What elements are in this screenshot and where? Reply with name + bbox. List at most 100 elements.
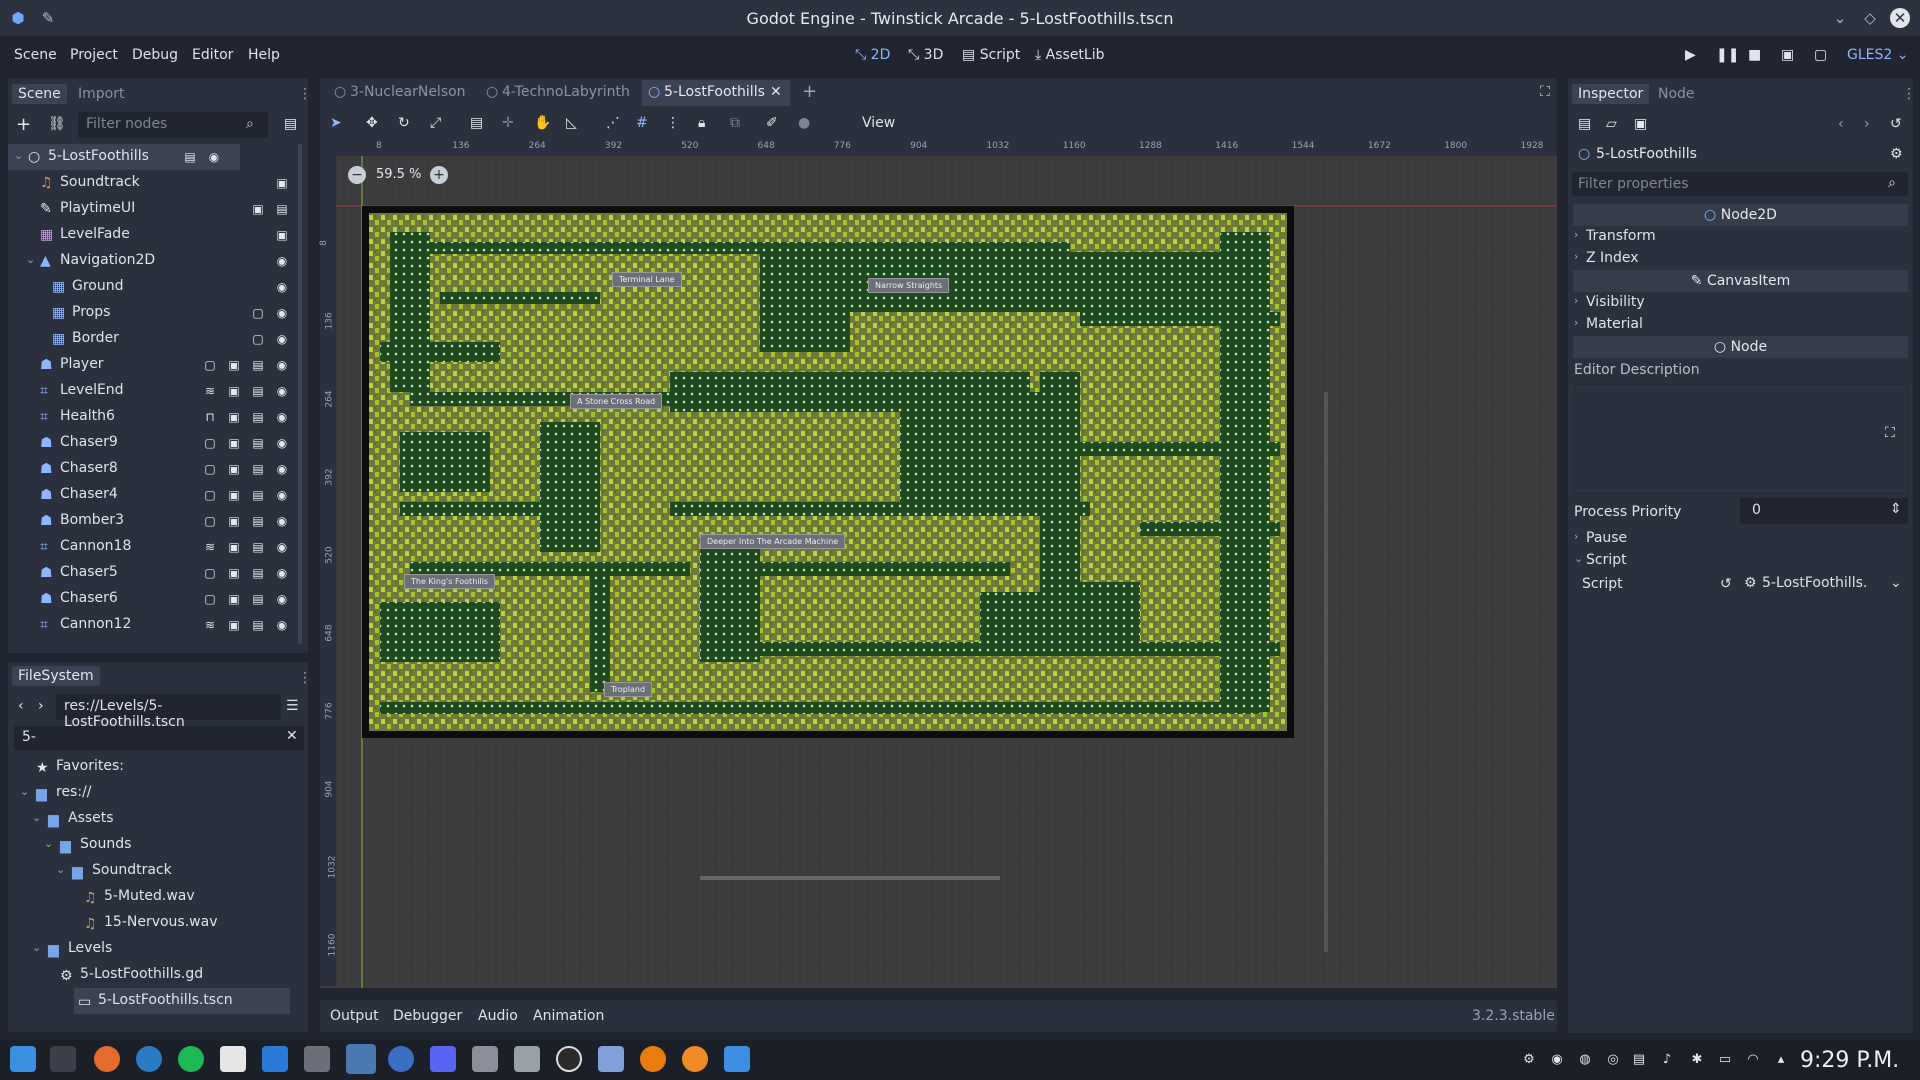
workspace-script-button[interactable]: ▤ Script	[962, 47, 1020, 63]
node-status-icon[interactable]: ▣	[274, 175, 290, 191]
telegram-icon[interactable]	[136, 1046, 162, 1072]
filesystem-item[interactable]: ⌄ ▆ res://	[8, 780, 298, 806]
chevron-down-icon[interactable]: ⌄	[56, 863, 72, 877]
back-icon[interactable]: ‹	[18, 698, 24, 714]
play-icon[interactable]: ▶	[1685, 47, 1696, 63]
scene-tree-item[interactable]: ⌗ LevelEnd ≋ ▣ ▤ ◉	[8, 378, 308, 404]
scene-tree-item[interactable]: ⌗ Health6 ⊓ ▣ ▤ ◉	[8, 404, 308, 430]
filesystem-search-input[interactable]: 5- ✕	[14, 726, 304, 750]
node-status-icon[interactable]: ▢	[202, 357, 218, 373]
scene-tree-scrollbar[interactable]	[298, 144, 302, 644]
spotify-icon[interactable]	[178, 1046, 204, 1072]
script-resource-picker[interactable]: ⚙ 5-LostFoothills. ⌄	[1742, 570, 1908, 596]
calendar-icon[interactable]	[472, 1046, 498, 1072]
chevron-down-icon[interactable]: ⌄	[20, 785, 36, 799]
menu-scene[interactable]: Scene	[14, 47, 57, 63]
node-status-icon[interactable]: ≋	[202, 383, 218, 399]
notes-icon[interactable]	[220, 1046, 246, 1072]
pause-icon[interactable]: ❚❚	[1716, 47, 1739, 63]
node-status-icon[interactable]: ▣	[226, 461, 242, 477]
clipboard-tray-icon[interactable]: ▤	[1630, 1052, 1648, 1070]
distraction-free-icon[interactable]: ⛶	[1540, 84, 1550, 100]
scene-tab[interactable]: ○ 3-NuclearNelson	[328, 80, 476, 106]
dock-menu-icon[interactable]: ⋮	[1902, 86, 1916, 102]
node-status-icon[interactable]: ▣	[226, 565, 242, 581]
node-status-icon[interactable]: ▣	[226, 591, 242, 607]
snap-options-icon[interactable]: ⋮	[666, 115, 680, 131]
chevron-down-icon[interactable]: ⌄	[44, 837, 60, 851]
node-status-icon[interactable]: ▤	[250, 383, 266, 399]
node-status-icon[interactable]: ▢	[202, 591, 218, 607]
filesystem-path-field[interactable]: res://Levels/5-LostFoothills.tscn	[56, 694, 281, 730]
headset-icon[interactable]	[388, 1046, 414, 1072]
play-custom-scene-icon[interactable]: ▢	[1814, 47, 1827, 63]
discord-tray-icon[interactable]: ◉	[1548, 1052, 1566, 1070]
history-back-icon[interactable]: ‹	[1838, 116, 1844, 132]
files-icon[interactable]	[10, 1046, 36, 1072]
filesystem-item[interactable]: ⚙ 5-LostFoothills.gd	[8, 962, 298, 988]
text-editor-icon[interactable]	[724, 1046, 750, 1072]
scene-tree-item[interactable]: ☗ Chaser6 ▢ ▣ ▤ ◉	[8, 586, 308, 612]
select-mode-icon[interactable]: ➤	[330, 115, 342, 131]
dock-menu-icon[interactable]: ⋮	[298, 670, 312, 686]
forward-icon[interactable]: ›	[38, 698, 44, 714]
open-folder-icon[interactable]: ▱	[1606, 116, 1617, 132]
filter-properties-input[interactable]: Filter properties ⌕	[1572, 172, 1908, 196]
node-status-icon[interactable]: ▢	[202, 435, 218, 451]
view-menu[interactable]: View	[862, 115, 895, 131]
new-resource-icon[interactable]: ▤	[1578, 116, 1591, 132]
visibility-eye-icon[interactable]: ◉	[274, 513, 290, 529]
clock[interactable]: 9:29 P.M.	[1800, 1048, 1899, 1073]
node-status-icon[interactable]: ▤	[250, 565, 266, 581]
node-status-icon[interactable]: ≋	[202, 617, 218, 633]
history-forward-icon[interactable]: ›	[1864, 116, 1870, 132]
history-icon[interactable]: ↺	[1890, 116, 1902, 132]
scene-tree-item[interactable]: ✎ PlaytimeUI ▣ ▤	[8, 196, 308, 222]
tab-filesystem[interactable]: FileSystem	[12, 666, 100, 686]
stop-icon[interactable]: ■	[1748, 47, 1761, 63]
smart-snap-icon[interactable]: ⋰	[606, 115, 620, 131]
script-attach-icon[interactable]: ▤	[284, 116, 297, 132]
scene-tree-item[interactable]: ☗ Chaser5 ▢ ▣ ▤ ◉	[8, 560, 308, 586]
battery-tray-icon[interactable]: ▭	[1716, 1052, 1734, 1070]
ruler-mode-icon[interactable]: ◺	[566, 115, 577, 131]
close-icon[interactable]: ✕	[1890, 8, 1910, 28]
node-status-icon[interactable]: ▣	[226, 617, 242, 633]
steam-tray-icon[interactable]: ◍	[1576, 1052, 1594, 1070]
minimize-icon[interactable]: ⌄	[1830, 8, 1850, 28]
node-status-icon[interactable]: ▤	[250, 591, 266, 607]
tab-output[interactable]: Output	[330, 1008, 379, 1024]
clear-icon[interactable]: ✕	[286, 728, 298, 744]
node-status-icon[interactable]: ▢	[202, 513, 218, 529]
group-material[interactable]: › Material	[1574, 316, 1643, 332]
workspace-3d-button[interactable]: ⤡ 3D	[908, 47, 943, 63]
visibility-eye-icon[interactable]: ◉	[274, 539, 290, 555]
filesystem-tree[interactable]: ★ Favorites: ⌄ ▆ res://⌄ ▆ Assets ⌄ ▆ Sounds ⌄ ▆ Sou…	[8, 754, 308, 1024]
node-status-icon[interactable]: ▣	[226, 383, 242, 399]
dock-menu-icon[interactable]: ⋮	[298, 86, 312, 102]
node-status-icon[interactable]: ▢	[250, 331, 266, 347]
godot-icon[interactable]	[346, 1044, 376, 1074]
visibility-eye-icon[interactable]: ◉	[206, 149, 222, 165]
tab-node[interactable]: Node	[1652, 84, 1701, 104]
scene-tree-item[interactable]: ▦ Ground ◉	[8, 274, 308, 300]
add-node-icon[interactable]: +	[16, 114, 31, 135]
node-status-icon[interactable]: ▣	[274, 227, 290, 243]
tab-scene[interactable]: Scene	[12, 84, 67, 104]
vpn-tray-icon[interactable]: ◎	[1604, 1052, 1622, 1070]
grid-snap-icon[interactable]: #	[636, 115, 648, 131]
tab-audio[interactable]: Audio	[478, 1008, 518, 1024]
scene-tree-item[interactable]: ⌗ Cannon18 ≋ ▣ ▤ ◉	[8, 534, 308, 560]
tab-import[interactable]: Import	[72, 84, 130, 104]
node-status-icon[interactable]: ▤	[250, 539, 266, 555]
visibility-eye-icon[interactable]: ◉	[274, 279, 290, 295]
visibility-eye-icon[interactable]: ◉	[274, 383, 290, 399]
node-status-icon[interactable]: ≋	[202, 539, 218, 555]
filesystem-item[interactable]: ♫ 15-Nervous.wav	[8, 910, 298, 936]
tab-inspector[interactable]: Inspector	[1572, 84, 1650, 104]
list-select-icon[interactable]: ▤	[470, 115, 483, 131]
close-tab-icon[interactable]: ✕	[770, 84, 782, 100]
bone-icon[interactable]: ✐	[766, 115, 778, 131]
viewport-hscrollbar[interactable]	[700, 876, 1000, 880]
visibility-eye-icon[interactable]: ◉	[274, 461, 290, 477]
